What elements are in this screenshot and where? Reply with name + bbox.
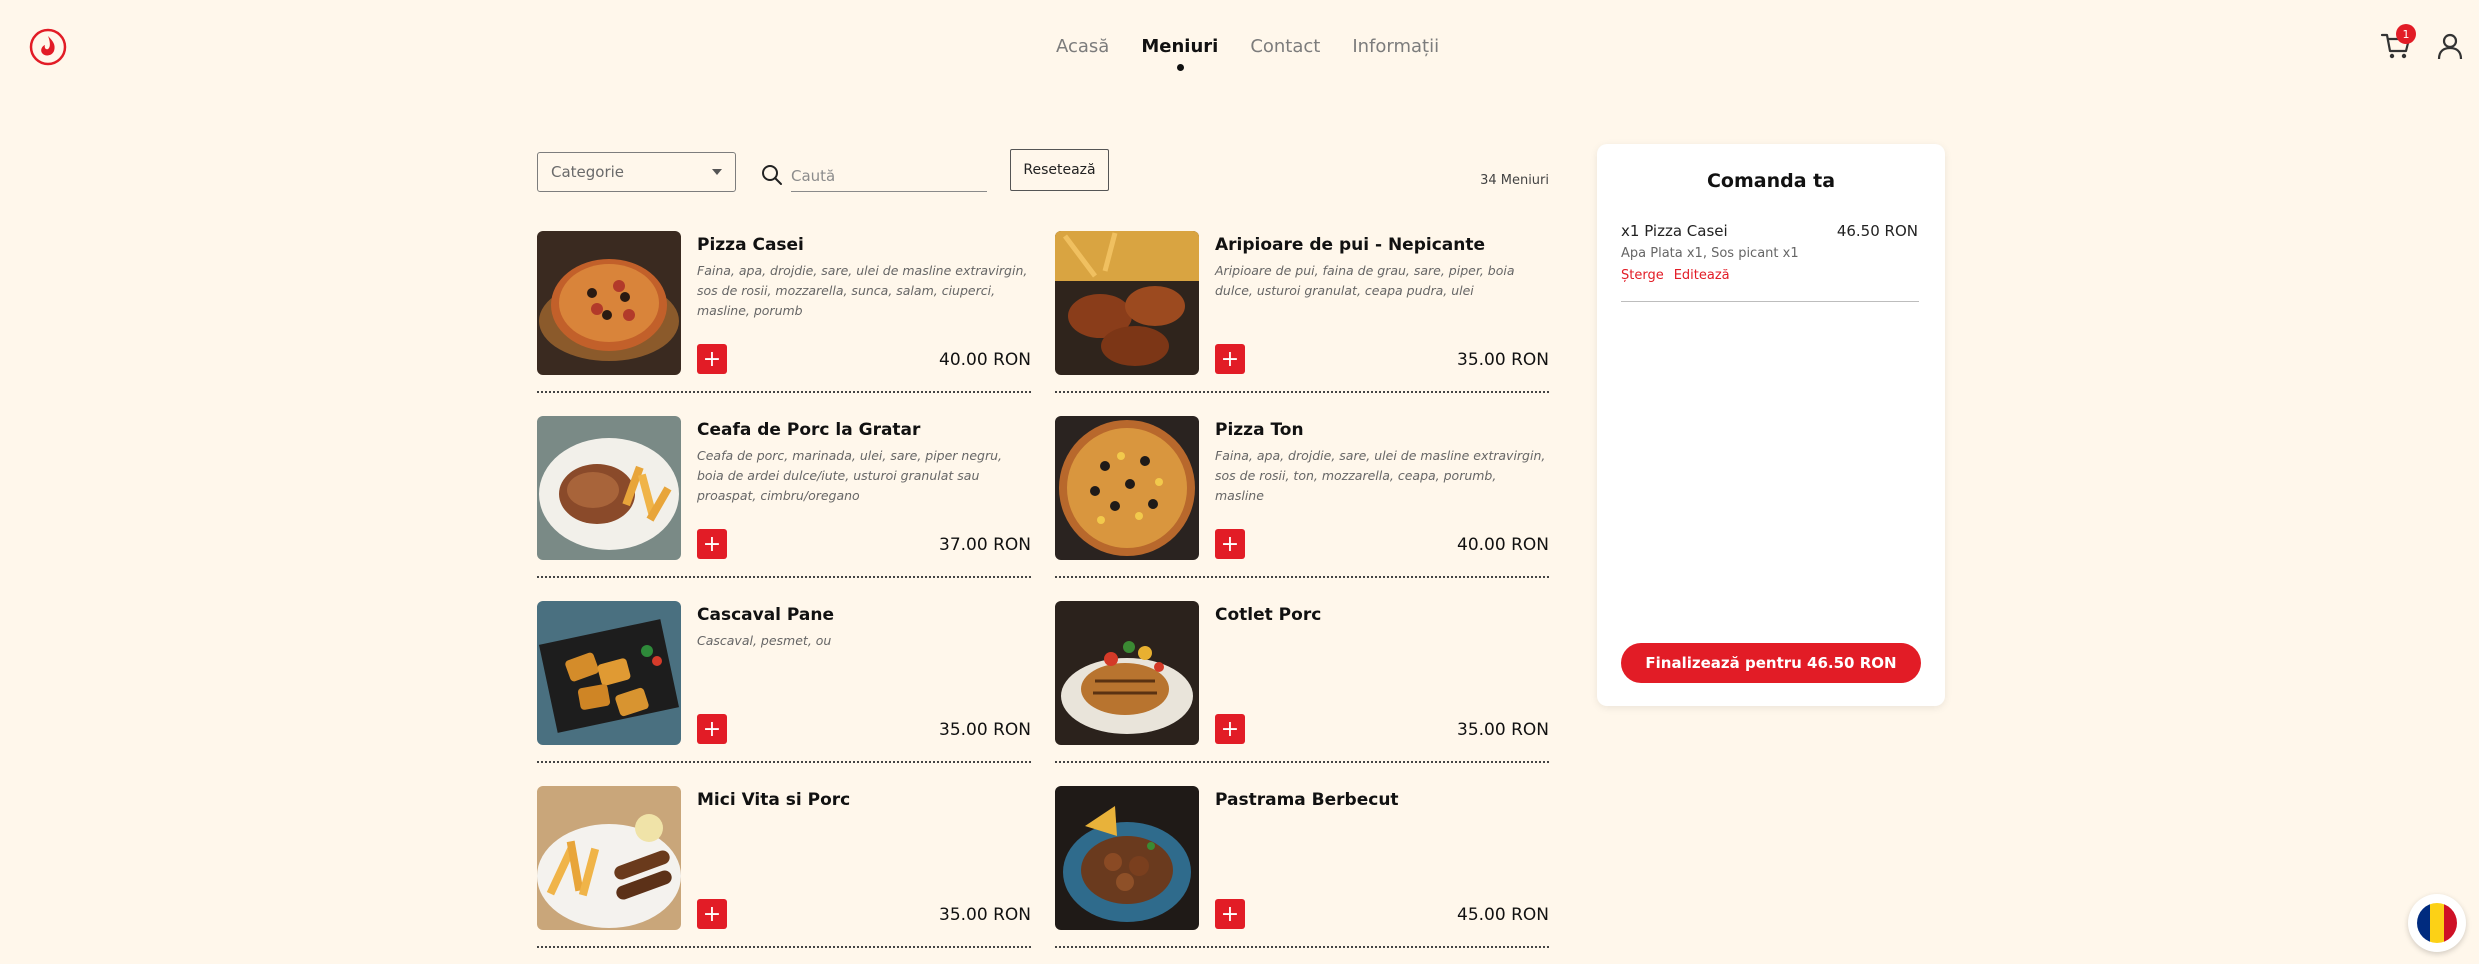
active-indicator <box>1176 64 1184 71</box>
add-to-cart-button[interactable]: + <box>1215 714 1245 744</box>
menu-item-name: Aripioare de pui - Nepicante <box>1215 235 1486 255</box>
menu-item-name: Cascaval Pane <box>697 605 835 625</box>
chevron-down-icon <box>712 169 722 175</box>
add-to-cart-button[interactable]: + <box>697 344 727 374</box>
pork-chop-photo[interactable] <box>1055 601 1199 745</box>
nav-item-contact[interactable]: Contact <box>1250 36 1320 57</box>
menu-item-name: Pizza Ton <box>1215 420 1304 440</box>
nav-label: Contact <box>1250 36 1321 57</box>
nav-label: Meniuri <box>1141 36 1219 57</box>
nav-item-meniuri[interactable]: Meniuri <box>1141 36 1219 71</box>
menu-item: Aripioare de pui - Nepicante Aripioare d… <box>1055 231 1549 393</box>
search-icon <box>762 165 782 185</box>
edit-item-link[interactable]: Editează <box>1674 268 1730 283</box>
delete-item-link[interactable]: Șterge <box>1621 268 1664 283</box>
chicken-wings-photo[interactable] <box>1055 231 1199 375</box>
nav-item-informatii[interactable]: Informații <box>1352 36 1439 57</box>
menu-item-price: 35.00 RON <box>939 720 1031 740</box>
category-select[interactable]: Categorie <box>537 152 736 192</box>
menu-item: Pastrama Berbecut + 45.00 RON <box>1055 786 1549 948</box>
menu-item-price: 35.00 RON <box>939 905 1031 925</box>
add-to-cart-button[interactable]: + <box>1215 529 1245 559</box>
romania-flag-icon <box>2417 903 2457 943</box>
order-panel: Comanda ta x1 Pizza Casei 46.50 RON Apa … <box>1597 144 1945 706</box>
menu-item-name: Cotlet Porc <box>1215 605 1322 625</box>
menu-item: Pizza Ton Faina, apa, drojdie, sare, ule… <box>1055 416 1549 578</box>
menu-item-description: Ceafa de porc, marinada, ulei, sare, pip… <box>697 448 1003 503</box>
pork-neck-photo[interactable] <box>537 416 681 560</box>
language-switch[interactable] <box>2408 894 2466 952</box>
category-select-label: Categorie <box>551 163 625 181</box>
header: Acasă Meniuri Contact Informații 1 <box>0 0 2479 100</box>
menu-item-price: 35.00 RON <box>1457 350 1549 370</box>
divider <box>1621 301 1919 302</box>
menu-item-description: Faina, apa, drojdie, sare, ulei de masli… <box>697 263 1028 318</box>
user-icon[interactable] <box>2436 32 2464 60</box>
menu-item-price: 35.00 RON <box>1457 720 1549 740</box>
nav-label: Informații <box>1352 36 1440 57</box>
menu-item: Cascaval Pane Cascaval, pesmet, ou + 35.… <box>537 601 1031 763</box>
nav-item-acasa[interactable]: Acasă <box>1056 36 1109 57</box>
menu-item: Ceafa de Porc la Gratar Ceafa de porc, m… <box>537 416 1031 578</box>
cart-count-badge: 1 <box>2396 24 2416 44</box>
fried-cheese-photo[interactable] <box>537 601 681 745</box>
menu-item-name: Ceafa de Porc la Gratar <box>697 420 921 440</box>
main-nav: Acasă Meniuri Contact Informații <box>1056 36 1439 71</box>
order-title: Comanda ta <box>1706 170 1836 192</box>
menu-item-name: Pastrama Berbecut <box>1215 790 1399 810</box>
menu-count: 34 Meniuri <box>1480 173 1549 188</box>
menu-item: Cotlet Porc + 35.00 RON <box>1055 601 1549 763</box>
pizza-photo[interactable] <box>537 231 681 375</box>
order-item-name: x1 Pizza Casei <box>1621 222 1728 240</box>
pastrami-photo[interactable] <box>1055 786 1199 930</box>
flame-logo-icon[interactable] <box>28 27 68 67</box>
order-item-actions: Șterge Editează <box>1621 268 1730 283</box>
menu-item: Mici Vita si Porc + 35.00 RON <box>537 786 1031 948</box>
menu-item-price: 37.00 RON <box>939 535 1031 555</box>
menu-item-price: 40.00 RON <box>1457 535 1549 555</box>
order-item-price: 46.50 RON <box>1836 222 1918 240</box>
menu-item: Pizza Casei Faina, apa, drojdie, sare, u… <box>537 231 1031 393</box>
reset-button[interactable]: Resetează <box>1010 149 1109 191</box>
search-input[interactable] <box>791 160 987 192</box>
menu-item-price: 45.00 RON <box>1457 905 1549 925</box>
mici-photo[interactable] <box>537 786 681 930</box>
menu-item-description: Faina, apa, drojdie, sare, ulei de masli… <box>1215 448 1546 503</box>
menu-item-description: Aripioare de pui, faina de grau, sare, p… <box>1215 263 1515 298</box>
pizza-tuna-photo[interactable] <box>1055 416 1199 560</box>
menu-item-name: Pizza Casei <box>697 235 804 255</box>
checkout-button[interactable]: Finalizează pentru 46.50 RON <box>1621 643 1921 683</box>
add-to-cart-button[interactable]: + <box>697 899 727 929</box>
order-item-extras: Apa Plata x1, Sos picant x1 <box>1621 246 1799 261</box>
add-to-cart-button[interactable]: + <box>697 714 727 744</box>
nav-label: Acasă <box>1056 36 1110 57</box>
menu-item-description: Cascaval, pesmet, ou <box>697 633 832 648</box>
add-to-cart-button[interactable]: + <box>1215 344 1245 374</box>
add-to-cart-button[interactable]: + <box>697 529 727 559</box>
menu-item-price: 40.00 RON <box>939 350 1031 370</box>
add-to-cart-button[interactable]: + <box>1215 899 1245 929</box>
menu-item-name: Mici Vita si Porc <box>697 790 851 810</box>
